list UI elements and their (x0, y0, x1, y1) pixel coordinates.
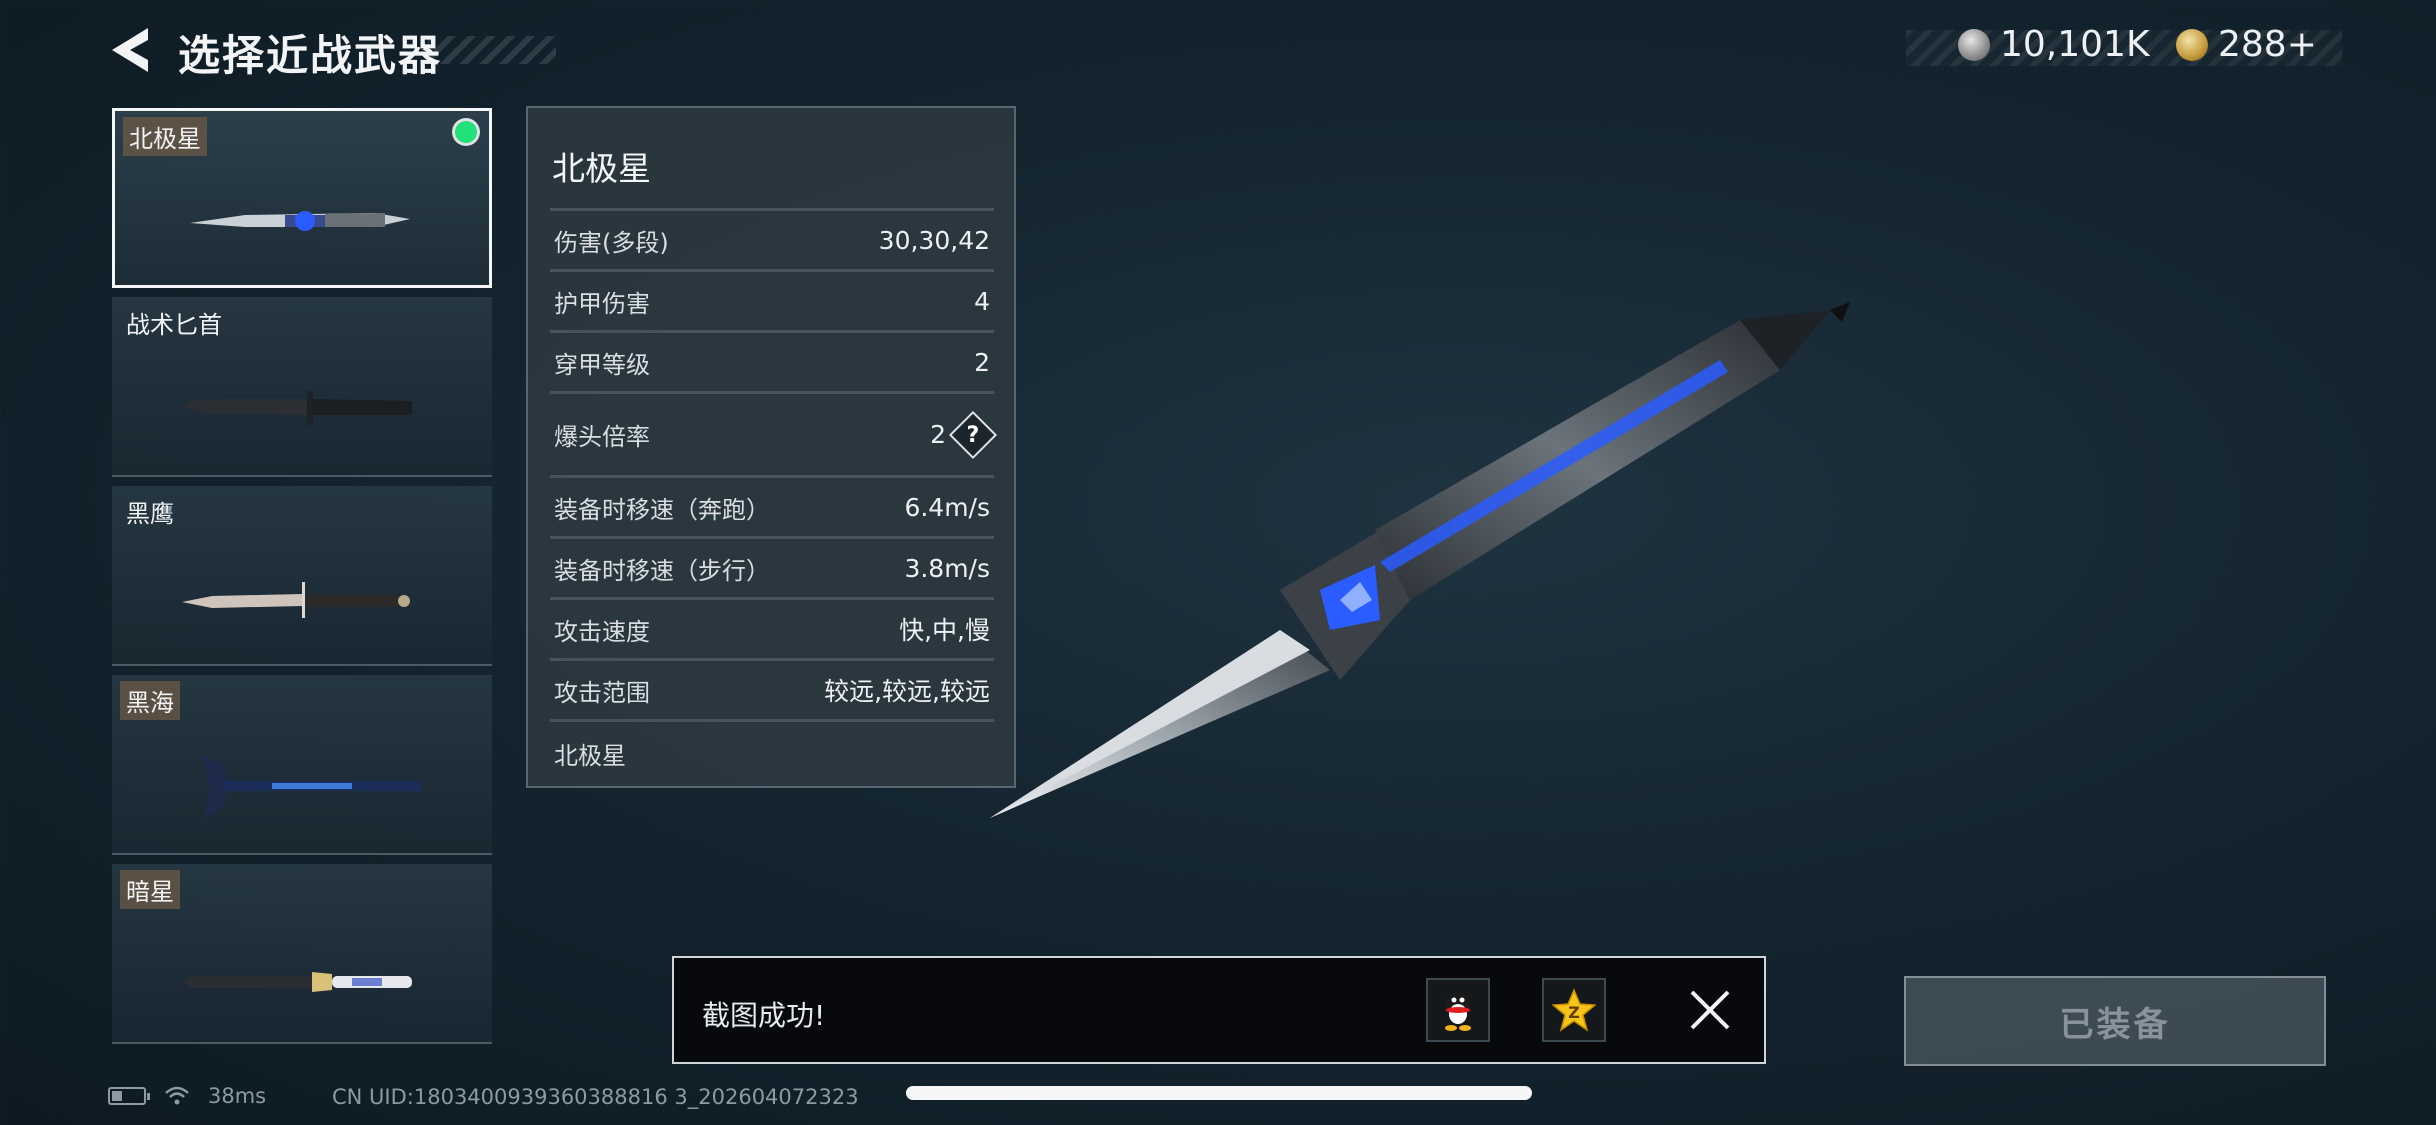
stat-value: 6.4m/s (904, 492, 990, 522)
home-indicator[interactable] (906, 1086, 1532, 1100)
weapon-card-tactical-dagger[interactable]: 战术匕首 (112, 297, 492, 477)
equipped-button[interactable]: 已装备 (1904, 976, 2326, 1066)
battery-icon (108, 1087, 150, 1105)
stat-label: 护甲伤害 (554, 289, 650, 318)
stat-value: 较远,较远,较远 (824, 677, 990, 706)
weapon-list: 北极星 战术匕首 黑鹰 黑海 暗星 (112, 108, 492, 1053)
polaris-knife-icon (190, 211, 410, 231)
silver-currency-value: 10,101K (2000, 24, 2150, 65)
stat-label: 穿甲等级 (554, 350, 650, 379)
stat-value: 快,中,慢 (899, 616, 990, 645)
silver-currency[interactable]: 10,101K (1958, 24, 2150, 65)
stat-row: 攻击范围 较远,较远,较远 (550, 658, 994, 719)
svg-text:Z: Z (1568, 1003, 1580, 1022)
polaris-knife-render (990, 302, 1850, 818)
stats-weapon-name: 北极星 (552, 149, 651, 188)
weapon-name: 黑海 (120, 681, 180, 720)
stat-label: 伤害(多段) (554, 228, 669, 257)
stat-row: 装备时移速（步行） 3.8m/s (550, 536, 994, 597)
page-title: 选择近战武器 (178, 31, 443, 80)
stat-label: 装备时移速（奔跑） (554, 495, 770, 524)
black-sea-axe-icon (202, 755, 422, 819)
ping-value: 38ms (208, 1084, 267, 1108)
stat-row: 护甲伤害 4 (550, 269, 994, 330)
wifi-icon (165, 1086, 189, 1105)
black-hawk-knife-icon (182, 582, 410, 618)
share-qq-button[interactable] (1426, 978, 1490, 1042)
gold-currency-value: 288+ (2218, 24, 2317, 65)
back-arrow-icon[interactable] (108, 26, 152, 74)
weapon-card-beijixing[interactable]: 北极星 (112, 108, 492, 288)
toast-message: 截图成功! (702, 999, 826, 1032)
share-qzone-button[interactable]: Z (1542, 978, 1606, 1042)
player-uid: CN UID:1803400939360388816 3_20260407232… (332, 1085, 859, 1109)
gold-coin-icon (2176, 28, 2208, 61)
silver-coin-icon (1958, 28, 1990, 61)
equipped-button-label: 已装备 (2059, 1004, 2171, 1045)
weapon-card-dark-star[interactable]: 暗星 (112, 864, 492, 1044)
stat-row: 穿甲等级 2 (550, 330, 994, 391)
stat-value: 30,30,42 (878, 225, 990, 255)
dark-star-knife-icon (182, 972, 412, 992)
gold-currency[interactable]: 288+ (2176, 24, 2317, 65)
stat-row: 伤害(多段) 30,30,42 (550, 208, 994, 269)
weapon-name: 暗星 (120, 870, 180, 909)
stat-row: 装备时移速（奔跑） 6.4m/s (550, 475, 994, 536)
stat-row: 爆头倍率 2 ? (550, 391, 998, 475)
weapon-stats-panel: 北极星 伤害(多段) 30,30,42 护甲伤害 4 穿甲等级 2 爆头倍率 2… (526, 106, 1016, 788)
equipped-indicator (455, 121, 477, 143)
stat-value: 2 (930, 420, 946, 449)
stat-value: 3.8m/s (904, 553, 990, 583)
stat-label: 装备时移速（步行） (554, 556, 770, 585)
weapon-name: 黑鹰 (126, 500, 174, 528)
close-icon[interactable] (1686, 986, 1734, 1034)
weapon-card-black-sea[interactable]: 黑海 (112, 675, 492, 855)
stat-row: 攻击速度 快,中,慢 (550, 597, 994, 658)
stat-row-skin-name: 北极星 (550, 719, 994, 785)
stats-rows: 伤害(多段) 30,30,42 护甲伤害 4 穿甲等级 2 爆头倍率 2 ? 装… (550, 208, 998, 785)
status-bar: 38ms (108, 1084, 266, 1108)
stat-label: 攻击范围 (554, 678, 650, 707)
qzone-icon: Z (1552, 988, 1596, 1032)
stat-label: 北极星 (554, 742, 626, 770)
weapon-name: 北极星 (123, 117, 207, 156)
qq-icon (1445, 992, 1471, 1031)
weapon-name: 战术匕首 (126, 311, 222, 339)
tactical-dagger-icon (182, 391, 412, 425)
screenshot-toast: 截图成功! Z (672, 956, 1766, 1064)
title-decoration (428, 36, 556, 64)
stat-label: 爆头倍率 (554, 423, 650, 451)
weapon-card-black-hawk[interactable]: 黑鹰 (112, 486, 492, 666)
stat-label: 攻击速度 (554, 617, 650, 646)
